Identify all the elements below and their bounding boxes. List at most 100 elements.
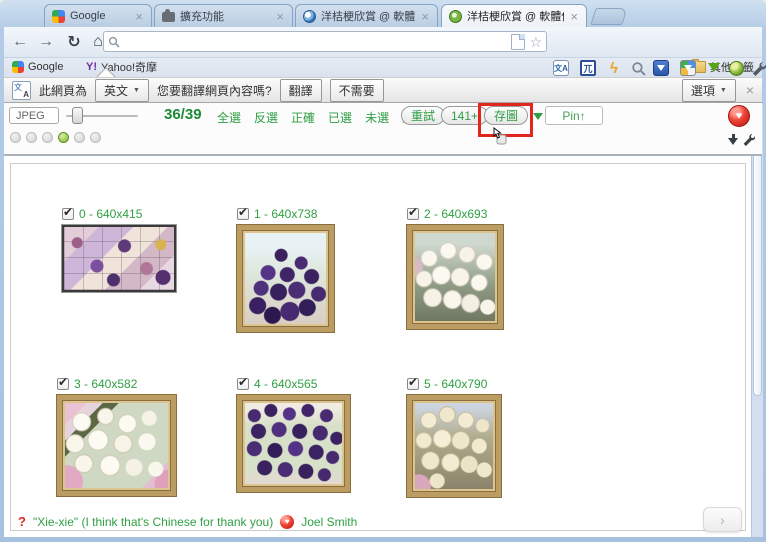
retry-button[interactable]: 重試 [401,106,445,125]
gallery-image-4[interactable] [237,395,350,492]
picker-extension-icon[interactable] [679,59,697,77]
translate-icon: 文 A [12,81,31,100]
emoticon-icon[interactable] [90,132,101,143]
magnifier-extension-icon[interactable] [629,59,647,77]
tab-lisianthus-2-active[interactable]: 洋桔梗欣賞 @ 軟體使用教 × [441,4,587,27]
new-tab-button[interactable] [590,8,628,25]
back-button[interactable]: ← [8,30,32,54]
emoticon-icon-active[interactable] [58,132,69,143]
filter-links: 全選 反選 正確 已選 未選 錯誤 [217,109,426,126]
green-ball-extension-icon[interactable] [727,59,745,77]
image-label-4: ✔ 4 - 640x565 [237,377,317,391]
tab-title: Google [70,10,129,22]
tab-close-icon[interactable]: × [275,10,285,23]
image-caption: 2 - 640x693 [424,207,487,221]
decline-button[interactable]: 不需要 [330,79,384,102]
infobar-question-label: 您要翻譯網頁內容嗎? [157,82,272,99]
search-icon [108,36,120,48]
emoticon-icon[interactable] [26,132,37,143]
bookmark-yahoo[interactable]: Y! Yahoo!奇摩 [86,59,157,75]
small-download-icon[interactable] [728,134,739,146]
translate-infobar: 文 A 此網頁為 英文 ▼ 您要翻譯網頁內容嗎? 翻譯 不需要 選項 ▼ × [4,77,762,103]
format-select[interactable]: JPEG [9,107,59,124]
gallery-image-1[interactable] [237,225,334,332]
translate-extension-icon[interactable]: 文A [552,59,570,77]
image-caption: 3 - 640x582 [74,377,137,391]
puzzle-icon [162,12,175,22]
save-image-button[interactable]: 存圖 [484,106,528,125]
tab-close-icon[interactable]: × [569,10,579,23]
gallery-image-5[interactable] [407,395,501,497]
download-extension-icon[interactable] [652,59,670,77]
small-wrench-icon[interactable] [742,133,755,151]
image-label-0: ✔ 0 - 640x415 [62,207,142,221]
emoticon-row [10,132,101,143]
address-bar[interactable]: ☆ [103,31,547,52]
page-action-icon[interactable] [511,34,525,50]
image-caption: 1 - 640x738 [254,207,317,221]
link-invert[interactable]: 反選 [254,109,278,126]
translate-button[interactable]: 翻譯 [280,79,322,102]
options-button[interactable]: 選項 ▼ [682,79,736,102]
checkbox-3[interactable]: ✔ [57,378,69,390]
forward-button[interactable]: → [34,30,58,54]
checkbox-2[interactable]: ✔ [407,208,419,220]
tab-title: 擴充功能 [180,8,270,24]
infobar-prefix-label: 此網頁為 [39,82,87,99]
gallery-image-0[interactable] [62,225,176,292]
google-favicon-icon [52,10,65,23]
emoticon-icon[interactable] [42,132,53,143]
wrench-icon[interactable] [749,59,766,77]
image-label-1: ✔ 1 - 640x738 [237,207,317,221]
gallery-image-2[interactable] [407,225,503,329]
emoticon-icon[interactable] [10,132,21,143]
gallery-image-3[interactable] [57,395,176,496]
image-picker-toolbar: JPEG 36/39 全選 反選 正確 已選 未選 錯誤 重試 141+ 存圖 … [4,103,762,156]
comment-author: Joel Smith [301,515,357,529]
progress-counter: 36/39 [164,106,202,123]
link-unselected[interactable]: 未選 [365,109,389,126]
link-correct[interactable]: 正確 [291,109,315,126]
infobar-close-icon[interactable]: × [746,82,754,98]
link-selected[interactable]: 已選 [328,109,352,126]
browser-toolbar: ← → ↻ ⌂ ☆ 文A 兀 ϟ [4,27,762,58]
quality-slider-thumb[interactable] [72,107,83,124]
yahoo-icon: Y! [86,61,97,73]
bookmark-google[interactable]: Google [12,59,63,75]
address-input[interactable] [124,33,507,51]
image-label-2: ✔ 2 - 640x693 [407,207,487,221]
image-caption: 0 - 640x415 [79,207,142,221]
pin-button[interactable]: Pin↑ [545,106,603,125]
tab-close-icon[interactable]: × [420,10,430,23]
save-dropdown-icon[interactable] [533,113,543,125]
bookmarks-bar: Google Y! Yahoo!奇摩 其他書籤 [4,57,762,78]
image-label-5: ✔ 5 - 640x790 [407,377,487,391]
chevron-down-icon: ▼ [133,87,140,94]
tab-extensions[interactable]: 擴充功能 × [154,4,293,27]
wu-extension-icon[interactable]: 兀 [579,59,597,77]
language-select[interactable]: 英文 ▼ [95,79,149,102]
tab-lisianthus-1[interactable]: 洋桔梗欣賞 @ 軟體使用教 × [295,4,438,27]
heart-icon: ♥ [280,515,294,529]
green-arrow-extension-icon[interactable] [705,59,723,77]
zh-glyph: 文 [554,63,562,74]
checkbox-0[interactable]: ✔ [62,208,74,220]
reload-button[interactable]: ↻ [62,30,86,54]
emoticon-icon[interactable] [74,132,85,143]
tab-close-icon[interactable]: × [134,10,144,23]
next-page-button[interactable]: › [703,507,742,532]
image-caption: 4 - 640x565 [254,377,317,391]
page-scrollbar[interactable] [751,104,763,537]
checkbox-5[interactable]: ✔ [407,378,419,390]
checkbox-4[interactable]: ✔ [237,378,249,390]
bookmark-star-icon[interactable]: ☆ [529,35,542,49]
bookmark-label: Google [28,61,63,73]
checkbox-1[interactable]: ✔ [237,208,249,220]
google-favicon-icon [12,61,24,73]
link-select-all[interactable]: 全選 [217,109,241,126]
favorite-heart-icon[interactable]: ♥ [728,105,750,127]
tab-google[interactable]: Google × [44,4,152,27]
page-content: ✔ 0 - 640x415 ✔ 1 - 640x738 ✔ 2 - 640x69… [4,156,762,537]
comment-row: ? "Xie-xie" (I think that's Chinese for … [18,514,357,529]
lightning-extension-icon[interactable]: ϟ [605,59,623,77]
